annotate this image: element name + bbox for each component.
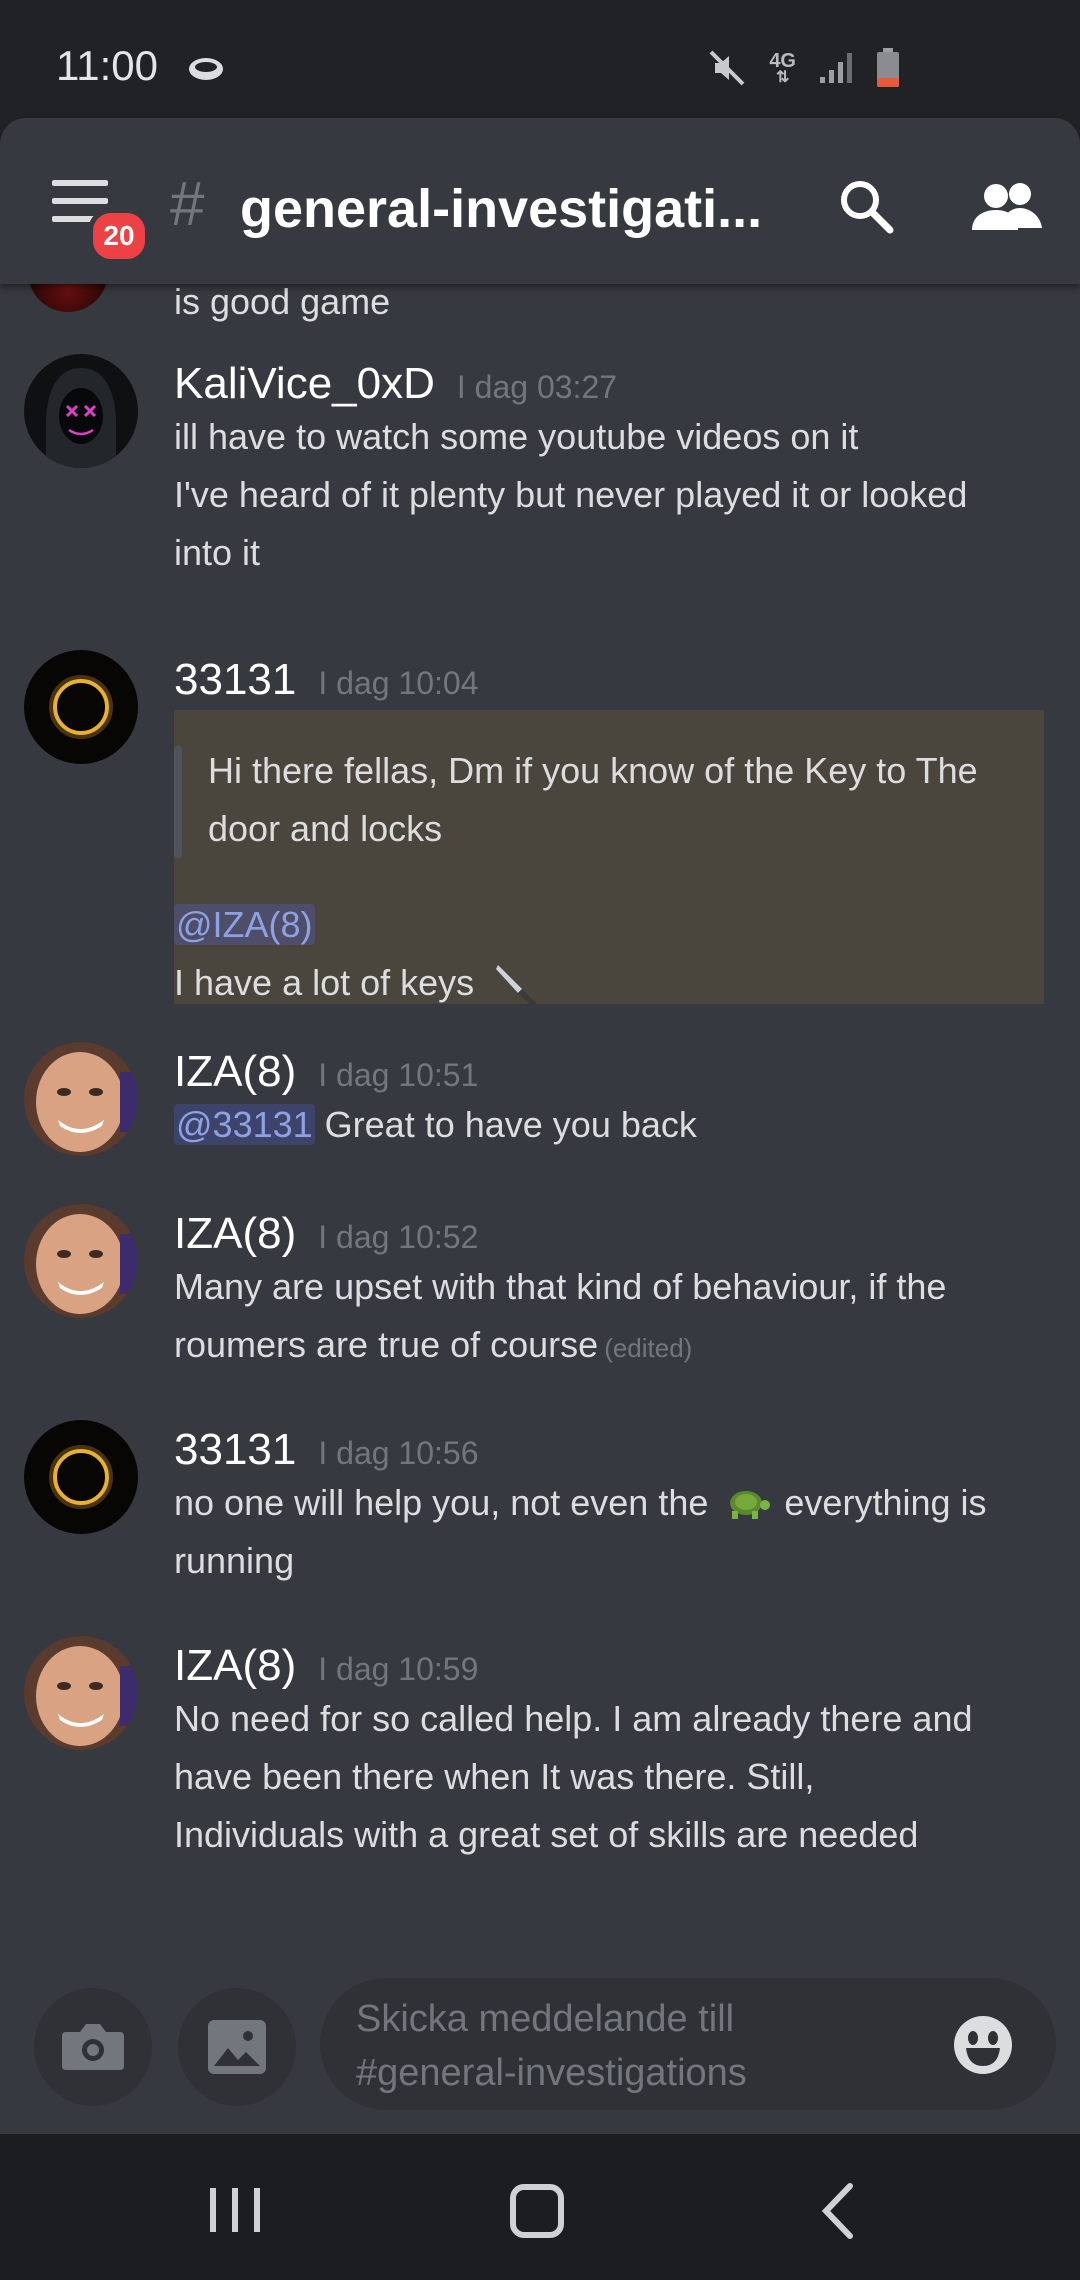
signal-icon xyxy=(820,53,852,83)
status-time: 11:00 xyxy=(56,42,158,89)
turtle-emoji-icon xyxy=(730,1491,771,1519)
avatar[interactable] xyxy=(24,650,138,764)
4g-icon: 4G ⇅ xyxy=(769,50,796,86)
username[interactable]: KaliVice_0xD xyxy=(174,354,435,414)
camera-icon xyxy=(62,2024,124,2070)
message-composer: Skicka meddelande till #general-investig… xyxy=(0,1964,1080,2134)
unread-badge: 20 xyxy=(88,208,150,264)
username[interactable]: IZA(8) xyxy=(174,1042,296,1102)
quoted-message: Hi there fellas, Dm if you know of the K… xyxy=(208,750,978,849)
message-text: Many are upset with that kind of behavio… xyxy=(174,1266,947,1365)
avatar[interactable] xyxy=(24,354,138,468)
input-placeholder: Skicka meddelande till #general-investig… xyxy=(356,1998,747,2094)
back-icon[interactable] xyxy=(818,2182,858,2240)
username[interactable]: 33131 xyxy=(174,1420,296,1480)
timestamp: I dag 10:04 xyxy=(318,665,479,701)
battery-low-icon xyxy=(877,48,899,87)
user-mention[interactable]: @33131 xyxy=(174,1104,315,1145)
avatar[interactable] xyxy=(24,1042,138,1156)
image-icon xyxy=(208,2020,266,2074)
home-icon[interactable] xyxy=(510,2184,564,2238)
username[interactable]: IZA(8) xyxy=(174,1636,296,1696)
image-button[interactable] xyxy=(178,1988,296,2106)
message-text: @IZA(8) I have a lot of keys xyxy=(174,896,1054,1012)
emoji-icon[interactable] xyxy=(952,2014,1014,2076)
system-nav-bar xyxy=(0,2134,1080,2280)
members-icon[interactable] xyxy=(972,178,1044,238)
channel-hash-icon: # xyxy=(170,170,205,239)
message-text: no one will help you, not even the every… xyxy=(174,1482,987,1581)
avatar[interactable] xyxy=(24,1204,138,1318)
recents-icon[interactable] xyxy=(208,2186,262,2234)
user-mention[interactable]: @IZA(8) xyxy=(174,904,315,945)
channel-header: 20 # general-investigati... xyxy=(0,118,1080,284)
avatar[interactable] xyxy=(24,1636,138,1750)
message-text: ill have to watch some youtube videos on… xyxy=(174,416,968,573)
cloud-icon xyxy=(189,58,223,80)
status-bar: 11:00 4G ⇅ xyxy=(0,0,1080,120)
knife-emoji-icon xyxy=(496,965,537,1007)
username[interactable]: 33131 xyxy=(174,650,296,710)
message-text: is good game xyxy=(174,284,391,322)
channel-title[interactable]: general-investigati... xyxy=(240,176,762,242)
message-text: No need for so called help. I am already… xyxy=(174,1698,973,1855)
edited-label: (edited) xyxy=(604,1333,693,1363)
message-list[interactable]: is good game KaliVice_0xD I dag 03:27 il… xyxy=(0,284,1080,1964)
avatar[interactable] xyxy=(24,1420,138,1534)
username[interactable]: IZA(8) xyxy=(174,1204,296,1264)
message-input[interactable]: Skicka meddelande till #general-investig… xyxy=(320,1978,1056,2110)
message-text: @33131 Great to have you back xyxy=(174,1104,697,1145)
avatar[interactable] xyxy=(28,284,108,312)
search-icon[interactable] xyxy=(836,176,896,236)
mute-icon xyxy=(709,50,745,86)
status-icons: 4G ⇅ xyxy=(707,44,900,92)
camera-button[interactable] xyxy=(34,1988,152,2106)
quote-bar xyxy=(174,746,182,858)
